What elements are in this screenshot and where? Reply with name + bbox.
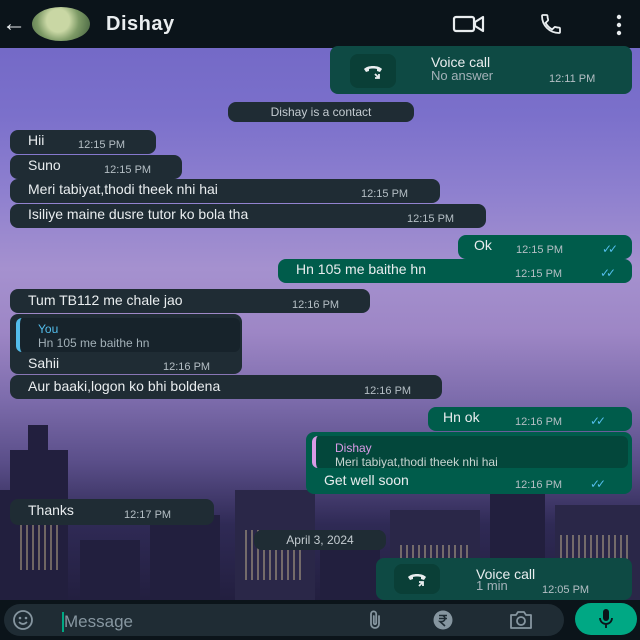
message-time: 12:16 PM <box>515 416 563 428</box>
attach-icon[interactable] <box>366 609 384 631</box>
message-time: 12:15 PM <box>361 188 409 200</box>
message-text: Suno <box>28 157 61 173</box>
message-placeholder: Message <box>64 612 133 631</box>
phone-icon[interactable] <box>536 12 566 36</box>
missed-call-icon <box>350 54 396 88</box>
message-text: Ok <box>474 237 492 253</box>
avatar[interactable] <box>32 7 90 41</box>
message-time: 12:05 PM <box>542 584 590 596</box>
message-time: 12:16 PM <box>292 299 340 311</box>
quoted-sender: Dishay <box>335 441 372 455</box>
outgoing-message[interactable]: Ok 12:15 PM ✓✓ <box>458 235 632 259</box>
message-time: 12:16 PM <box>515 479 563 491</box>
rupee-payment-icon[interactable] <box>432 609 454 631</box>
video-call-icon[interactable] <box>452 12 486 36</box>
message-text: Tum TB112 me chale jao <box>28 292 183 308</box>
message-text: Sahii <box>28 355 60 371</box>
incoming-message[interactable]: Tum TB112 me chale jao 12:16 PM <box>10 289 370 313</box>
message-text: Get well soon <box>324 472 409 488</box>
message-composer: Message <box>0 600 640 640</box>
message-time: 12:15 PM <box>516 244 564 256</box>
incoming-message[interactable]: Suno 12:15 PM <box>10 155 182 179</box>
read-receipt-icon: ✓✓ <box>590 414 606 428</box>
quoted-text: Hn 105 me baithe hn <box>38 336 150 350</box>
voice-message-button[interactable] <box>575 603 637 635</box>
quoted-sender: You <box>38 322 59 336</box>
voice-call-bubble[interactable]: Voice call 1 min 12:05 PM <box>376 558 632 600</box>
message-time: 12:15 PM <box>104 164 152 176</box>
outgoing-call-icon <box>394 564 440 594</box>
incoming-message[interactable]: Hii 12:15 PM <box>10 130 156 154</box>
message-time: 12:17 PM <box>124 509 172 521</box>
call-status: No answer <box>431 68 494 83</box>
message-time: 12:11 PM <box>549 73 596 85</box>
read-receipt-icon: ✓✓ <box>602 242 618 256</box>
message-time: 12:15 PM <box>78 139 126 151</box>
call-duration: 1 min <box>476 578 508 593</box>
incoming-message[interactable]: Aur baaki,logon ko bhi boldena 12:16 PM <box>10 375 442 399</box>
incoming-message[interactable]: Isiliye maine dusre tutor ko bola tha 12… <box>10 204 486 228</box>
read-receipt-icon: ✓✓ <box>590 477 606 491</box>
message-text: Hn ok <box>443 409 480 425</box>
message-text: Meri tabiyat,thodi theek nhi hai <box>28 181 218 197</box>
more-vertical-icon[interactable] <box>614 14 624 36</box>
mic-icon <box>599 609 613 628</box>
quoted-message[interactable]: Dishay Meri tabiyat,thodi theek nhi hai <box>312 436 628 468</box>
quoted-message[interactable]: You Hn 105 me baithe hn <box>16 318 240 352</box>
message-text: Hii <box>28 132 45 148</box>
message-time: 12:16 PM <box>364 385 412 397</box>
outgoing-message[interactable]: Hn 105 me baithe hn 12:15 PM ✓✓ <box>278 259 632 283</box>
message-text: Thanks <box>28 502 74 518</box>
message-input[interactable]: Message <box>4 604 564 636</box>
incoming-message[interactable]: Thanks 12:17 PM <box>10 499 214 525</box>
quoted-text: Meri tabiyat,thodi theek nhi hai <box>335 455 498 468</box>
read-receipt-icon: ✓✓ <box>600 266 616 280</box>
incoming-message[interactable]: Meri tabiyat,thodi theek nhi hai 12:15 P… <box>10 179 440 203</box>
message-time: 12:15 PM <box>515 268 563 280</box>
message-time: 12:15 PM <box>407 213 455 225</box>
voice-call-bubble[interactable]: Voice call No answer 12:11 PM <box>330 46 632 94</box>
date-separator: April 3, 2024 <box>254 530 386 550</box>
camera-icon[interactable] <box>508 610 534 630</box>
message-text: Aur baaki,logon ko bhi boldena <box>28 378 221 394</box>
message-time: 12:16 PM <box>163 361 211 373</box>
back-arrow-icon[interactable]: ← <box>2 10 28 38</box>
message-text: Hn 105 me baithe hn <box>296 261 426 277</box>
message-text: Isiliye maine dusre tutor ko bola tha <box>28 206 249 222</box>
incoming-reply-message[interactable]: You Hn 105 me baithe hn Sahii 12:16 PM <box>10 314 242 374</box>
outgoing-reply-message[interactable]: Dishay Meri tabiyat,thodi theek nhi hai … <box>306 432 632 494</box>
emoji-icon[interactable] <box>12 609 34 631</box>
outgoing-message[interactable]: Hn ok 12:16 PM ✓✓ <box>428 407 632 431</box>
contact-info-notice: Dishay is a contact <box>228 102 414 122</box>
contact-name[interactable]: Dishay <box>106 13 175 36</box>
